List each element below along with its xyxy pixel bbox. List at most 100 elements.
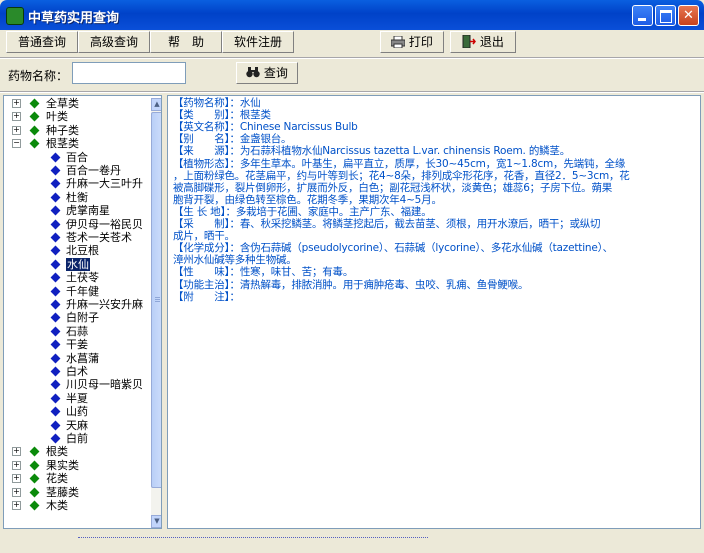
- tree-herb-item[interactable]: 石蒜: [4, 325, 149, 338]
- herb-diamond-icon: [50, 433, 61, 444]
- help-button[interactable]: 帮 助: [150, 31, 222, 53]
- close-button[interactable]: ✕: [678, 5, 699, 26]
- window-title: 中草药实用查询: [28, 11, 120, 26]
- herb-diamond-icon: [50, 232, 61, 243]
- tree-category[interactable]: + 果实类: [4, 459, 149, 472]
- tree-herb-item[interactable]: 白术: [4, 365, 149, 378]
- grip-line: [155, 301, 160, 302]
- herb-diamond-icon: [50, 152, 61, 163]
- drug-name-input[interactable]: [72, 62, 186, 84]
- detail-line: 成片，晒干。: [173, 230, 235, 243]
- advanced-query-button[interactable]: 高级查询: [78, 31, 150, 53]
- tree-herb-item[interactable]: 百合: [4, 151, 149, 164]
- close-icon: ✕: [683, 8, 694, 23]
- herb-diamond-icon: [50, 393, 61, 404]
- herb-diamond-icon: [50, 178, 61, 189]
- tree-herb-item[interactable]: 千年健: [4, 285, 149, 298]
- herb-diamond-icon: [50, 312, 61, 323]
- tree-herb-label: 川贝母一暗紫贝: [66, 378, 143, 392]
- tree-herb-item[interactable]: 白附子: [4, 311, 149, 324]
- herb-detail-panel[interactable]: 【药物名称】：水仙 【类 别】：根茎类 【英文名称】：Chinese Narciss…: [167, 95, 701, 529]
- category-diamond-icon: [29, 125, 40, 136]
- herb-diamond-icon: [50, 165, 61, 176]
- tree-herb-item[interactable]: 白前: [4, 432, 149, 445]
- category-diamond-icon: [29, 487, 40, 498]
- title-bar: 中草药实用查询 ✕: [0, 0, 704, 30]
- tree-herb-item[interactable]: 天麻: [4, 419, 149, 432]
- tree-herb-item[interactable]: 半夏: [4, 392, 149, 405]
- tree-herb-item[interactable]: 山药: [4, 405, 149, 418]
- scroll-thumb[interactable]: [151, 112, 161, 488]
- tree-category[interactable]: + 叶类: [4, 110, 149, 123]
- tree-category[interactable]: + 全草类: [4, 97, 149, 110]
- grip-line: [155, 299, 160, 300]
- scroll-up-arrow-icon[interactable]: ▲: [151, 98, 161, 111]
- category-diamond-icon: [29, 500, 40, 511]
- expand-icon[interactable]: +: [12, 487, 21, 497]
- expand-icon[interactable]: +: [12, 447, 21, 457]
- tree-herb-item[interactable]: 伊贝母一裕民贝: [4, 218, 149, 231]
- category-diamond-icon: [29, 460, 40, 471]
- herb-diamond-icon: [50, 219, 61, 230]
- tree-category[interactable]: + 茎藤类: [4, 486, 149, 499]
- maximize-button[interactable]: [655, 5, 676, 26]
- tree-herb-item[interactable]: 杜衡: [4, 191, 149, 204]
- tree-category-label: 木类: [46, 499, 68, 512]
- herb-diamond-icon: [50, 299, 61, 310]
- tree-category[interactable]: + 花类: [4, 472, 149, 485]
- tree-herb-label: 千年健: [66, 284, 99, 298]
- tree-herb-item[interactable]: 北豆根: [4, 244, 149, 257]
- tree-category[interactable]: − 根茎类: [4, 137, 149, 150]
- tree-herb-item[interactable]: 百合一卷丹: [4, 164, 149, 177]
- tree-herb-item[interactable]: 土茯苓: [4, 271, 149, 284]
- tree-category[interactable]: + 种子类: [4, 124, 149, 137]
- exit-button[interactable]: 退出: [450, 31, 516, 53]
- tree-herb-item[interactable]: 虎掌南星: [4, 204, 149, 217]
- expand-icon[interactable]: +: [12, 99, 21, 108]
- expand-icon[interactable]: +: [12, 125, 21, 135]
- query-button[interactable]: 查询: [236, 62, 298, 84]
- tree-herb-item[interactable]: 升麻一兴安升麻: [4, 298, 149, 311]
- minimize-button[interactable]: [632, 5, 653, 26]
- tree-category[interactable]: + 木类: [4, 499, 149, 512]
- herb-diamond-icon: [50, 366, 61, 377]
- tree-herb-label: 北豆根: [66, 244, 99, 258]
- category-tree[interactable]: + 全草类 + 叶类 + 种子类 − 根茎类 百合 百合一卷丹 升麻一大三叶升 杜衡 虎掌南星 伊贝母一裕…: [3, 95, 162, 529]
- detail-line: ，上面粉绿色。花茎扁平，约与叶等到长；花4~8朵，排列成伞形花序，花香，直径2．…: [173, 169, 630, 182]
- expand-icon[interactable]: +: [12, 460, 21, 470]
- tree-herb-label: 水菖蒲: [66, 351, 99, 365]
- app-icon[interactable]: [6, 7, 24, 25]
- herb-diamond-icon: [50, 192, 61, 203]
- detail-line: 【生 长 地】：多栽培于花圃、家庭中。主产广东、福建。: [173, 205, 432, 218]
- category-diamond-icon: [29, 111, 40, 122]
- register-button[interactable]: 软件注册: [222, 31, 294, 53]
- detail-line: 【性 味】：性寒，味甘、苦；有毒。: [173, 266, 354, 279]
- expand-icon[interactable]: +: [12, 112, 21, 122]
- herb-diamond-icon: [50, 205, 61, 216]
- tree-category-label: 花类: [46, 472, 68, 486]
- tree-herb-item[interactable]: 苍术一关苍术: [4, 231, 149, 244]
- collapse-icon[interactable]: −: [12, 139, 21, 149]
- tree-herb-item[interactable]: 水菖蒲: [4, 352, 149, 365]
- status-dotted-line: [78, 537, 428, 539]
- expand-icon[interactable]: +: [12, 501, 21, 510]
- detail-line: 被高脚碟形，裂片倒卵形，扩展而外反，白色；副花冠浅杯状，淡黄色；雄蕊6；子房下位…: [173, 181, 613, 194]
- minimize-icon: [638, 18, 646, 21]
- tree-herb-label: 升麻一大三叶升: [66, 177, 143, 191]
- tree-herb-item[interactable]: 水仙: [4, 257, 149, 271]
- tree-category[interactable]: + 根类: [4, 445, 149, 458]
- tree-herb-item[interactable]: 升麻一大三叶升: [4, 177, 149, 190]
- scroll-down-arrow-icon[interactable]: ▼: [151, 515, 161, 528]
- expand-icon[interactable]: +: [12, 474, 21, 484]
- search-separator: [0, 91, 704, 93]
- tree-scrollbar[interactable]: ▲ ▼: [151, 98, 161, 528]
- detail-line: 【药物名称】：水仙: [173, 97, 261, 109]
- detail-line: 【别 名】：金盏银台。: [173, 133, 292, 146]
- print-button[interactable]: 打印: [380, 31, 444, 53]
- tree-category-label: 根茎类: [46, 137, 79, 151]
- tree-herb-item[interactable]: 川贝母一暗紫贝: [4, 378, 149, 391]
- normal-query-button[interactable]: 普通查询: [6, 31, 78, 53]
- detail-line: 【化学成分】：含伪石蒜碱（pseudolycorine）、石蒜碱（lycorin…: [173, 242, 613, 255]
- tree-herb-item[interactable]: 干姜: [4, 338, 149, 351]
- binoculars-icon: [246, 67, 260, 78]
